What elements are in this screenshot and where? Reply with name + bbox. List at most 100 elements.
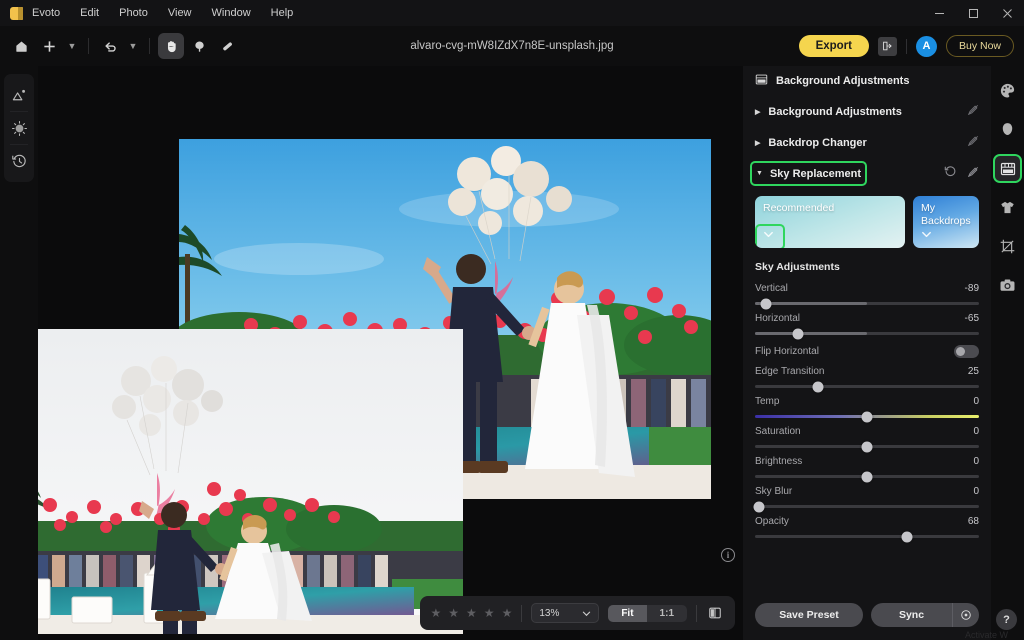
image-adjust-icon[interactable]: [5, 79, 33, 111]
compare-view-icon[interactable]: [706, 604, 724, 622]
slider-label: Sky Blur: [755, 486, 793, 497]
menu-item-evoto[interactable]: Evoto: [32, 7, 60, 19]
menu-item-window[interactable]: Window: [212, 7, 251, 19]
slider-knob[interactable]: [753, 501, 765, 512]
background-icon[interactable]: [993, 154, 1022, 183]
menu-item-view[interactable]: View: [168, 7, 192, 19]
export-arrow-icon[interactable]: [877, 36, 897, 56]
export-button[interactable]: Export: [798, 35, 869, 57]
menu-bar: Evoto Edit Photo View Window Help: [32, 7, 293, 19]
slider-saturation[interactable]: Saturation 0: [743, 418, 991, 452]
undo-icon[interactable]: [97, 33, 123, 59]
star-icon-5[interactable]: ★: [502, 606, 513, 620]
slider-knob[interactable]: [861, 441, 873, 452]
window-controls: [922, 0, 1024, 26]
palette-icon[interactable]: [995, 78, 1020, 103]
close-icon[interactable]: [990, 0, 1024, 26]
original-photo-preview[interactable]: [38, 329, 463, 634]
section-label: Background Adjustments: [768, 105, 902, 118]
sync-button[interactable]: Sync: [871, 603, 952, 627]
star-icon-2[interactable]: ★: [448, 606, 459, 620]
zoom-level-select[interactable]: 13%: [531, 603, 600, 623]
backdrop-cards: Recommended My Backdrops: [743, 189, 991, 248]
star-icon-1[interactable]: ★: [431, 606, 442, 620]
slider-knob[interactable]: [812, 381, 824, 392]
slider-knob[interactable]: [861, 471, 873, 482]
chevron-down-icon: [583, 611, 591, 616]
panel-footer: Save Preset Sync: [743, 594, 991, 640]
rating-stars[interactable]: ★ ★ ★ ★ ★: [431, 606, 513, 620]
avatar[interactable]: A: [915, 35, 937, 57]
home-icon[interactable]: [8, 33, 34, 59]
buy-now-button[interactable]: Buy Now: [945, 35, 1014, 57]
slider-temp[interactable]: Temp 0: [743, 388, 991, 422]
crop-icon[interactable]: [995, 234, 1020, 259]
hand-icon[interactable]: [158, 33, 184, 59]
slider-knob[interactable]: [901, 531, 913, 542]
flip-horizontal-toggle[interactable]: [954, 345, 979, 358]
slider-vertical[interactable]: Vertical -89: [743, 275, 991, 309]
edit-mask-icon[interactable]: [967, 135, 979, 150]
slider-track[interactable]: [755, 328, 979, 339]
panel-header: Background Adjustments: [743, 66, 991, 96]
light-icon[interactable]: [5, 112, 33, 144]
section-backdrop-changer[interactable]: ▶ Backdrop Changer: [743, 127, 991, 158]
healing-brush-icon[interactable]: [214, 33, 240, 59]
face-retouch-icon[interactable]: [995, 117, 1020, 142]
section-sky-replacement[interactable]: ▼ Sky Replacement: [749, 161, 868, 186]
flip-horizontal-row[interactable]: Flip Horizontal: [743, 335, 991, 358]
add-icon[interactable]: [36, 33, 62, 59]
menu-item-photo[interactable]: Photo: [119, 7, 148, 19]
slider-edge-transition[interactable]: Edge Transition 25: [743, 358, 991, 392]
history-icon[interactable]: [5, 145, 33, 177]
slider-track[interactable]: [755, 471, 979, 482]
slider-brightness[interactable]: Brightness 0: [743, 448, 991, 482]
info-icon[interactable]: i: [721, 548, 735, 562]
card-recommended[interactable]: Recommended: [755, 196, 905, 248]
recommended-chevron-highlight: [755, 224, 785, 248]
slider-label: Saturation: [755, 426, 801, 437]
menu-item-edit[interactable]: Edit: [80, 7, 99, 19]
slider-knob[interactable]: [792, 328, 804, 339]
camera-icon[interactable]: [995, 273, 1020, 298]
slider-knob[interactable]: [861, 411, 873, 422]
reset-icon[interactable]: [944, 165, 957, 183]
clothing-icon[interactable]: [995, 195, 1020, 220]
add-chevron-down-icon[interactable]: ▼: [64, 33, 80, 59]
undo-chevron-down-icon[interactable]: ▼: [125, 33, 141, 59]
save-preset-button[interactable]: Save Preset: [755, 603, 863, 627]
edit-mask-icon[interactable]: [967, 165, 979, 183]
toolbar-divider-3: [905, 38, 907, 54]
slider-label: Horizontal: [755, 313, 801, 324]
section-background-adjustments[interactable]: ▶ Background Adjustments: [743, 96, 991, 127]
fit-button[interactable]: Fit: [608, 604, 647, 622]
bottom-divider: [521, 604, 523, 622]
card-my-backdrops[interactable]: My Backdrops: [913, 196, 979, 248]
one-to-one-button[interactable]: 1:1: [647, 605, 687, 622]
star-icon-4[interactable]: ★: [484, 606, 495, 620]
slider-track[interactable]: [755, 441, 979, 452]
menu-item-help[interactable]: Help: [271, 7, 294, 19]
canvas-bottom-toolbar: ★ ★ ★ ★ ★ 13% Fit 1:1: [419, 596, 735, 630]
slider-sky-blur[interactable]: Sky Blur 0: [743, 478, 991, 512]
slider-value: -89: [964, 283, 979, 294]
chevron-down-icon[interactable]: [920, 228, 933, 243]
slider-knob[interactable]: [760, 298, 772, 309]
maximize-icon[interactable]: [956, 0, 990, 26]
slider-track[interactable]: [753, 501, 979, 512]
slider-label: Temp: [755, 396, 780, 407]
star-icon-3[interactable]: ★: [466, 606, 477, 620]
canvas-area[interactable]: i ★ ★ ★ ★ ★ 13% Fit 1:1: [38, 66, 743, 640]
sync-settings-icon[interactable]: [952, 603, 979, 627]
help-button[interactable]: ?: [996, 609, 1017, 630]
dodge-burn-icon[interactable]: [186, 33, 212, 59]
slider-value: 0: [973, 486, 979, 497]
slider-track[interactable]: [755, 381, 979, 392]
slider-horizontal[interactable]: Horizontal -65: [743, 305, 991, 339]
slider-opacity[interactable]: Opacity 68: [743, 508, 991, 542]
slider-track[interactable]: [755, 531, 979, 542]
slider-track[interactable]: [755, 411, 979, 422]
slider-track[interactable]: [755, 298, 979, 309]
edit-mask-icon[interactable]: [967, 104, 979, 119]
minimize-icon[interactable]: [922, 0, 956, 26]
